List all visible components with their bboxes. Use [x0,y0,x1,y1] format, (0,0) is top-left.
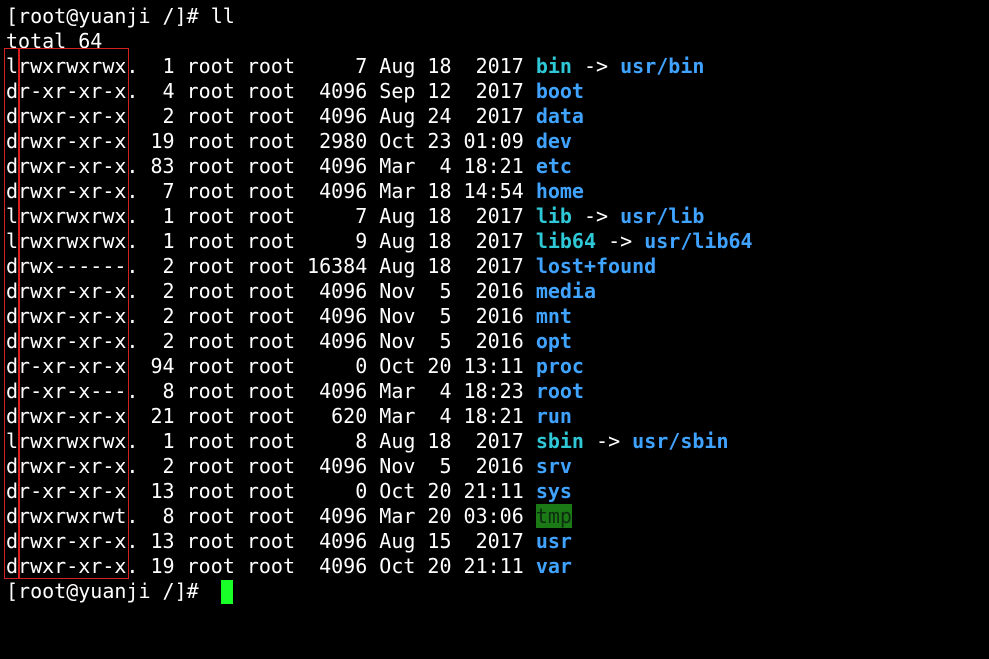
entry-name: root [535,379,584,403]
entry-name: dev [535,129,572,153]
entry-name: lib64 [535,229,597,253]
permissions-highlight-box [18,48,129,579]
symlink-arrow: -> [571,204,621,228]
entry-name: var [535,554,572,578]
symlink-target: usr/lib [620,204,705,228]
entry-name: home [535,179,584,203]
symlink-target: usr/lib64 [644,229,753,253]
entry-name: etc [535,154,572,178]
entry-name: media [535,279,597,303]
entry-name: boot [535,79,584,103]
symlink-target: usr/sbin [632,429,729,453]
entry-name: srv [535,454,572,478]
symlink-target: usr/bin [620,54,705,78]
symlink-arrow: -> [583,429,633,453]
symlink-arrow: -> [596,229,645,253]
entry-name: run [535,404,572,428]
entry-name: opt [535,329,572,353]
entry-name: sbin [535,429,584,453]
entry-name: tmp [535,504,572,528]
entry-name: sys [535,479,572,503]
entry-name: lost+found [535,254,657,278]
symlink-arrow: -> [571,54,621,78]
entry-name: bin [535,54,572,78]
entry-name: proc [535,354,584,378]
entry-name: lib [535,204,572,228]
entry-name: data [535,104,584,128]
terminal-window[interactable]: [root@yuanji /]# ll total 64 lrwxrwxrwx.… [0,0,989,659]
command-prompt-line: [root@yuanji /]# ll [6,4,235,28]
entry-name: usr [535,529,572,553]
final-prompt: [root@yuanji /]# [6,579,211,603]
entry-name: mnt [535,304,572,328]
terminal-cursor [221,580,233,604]
